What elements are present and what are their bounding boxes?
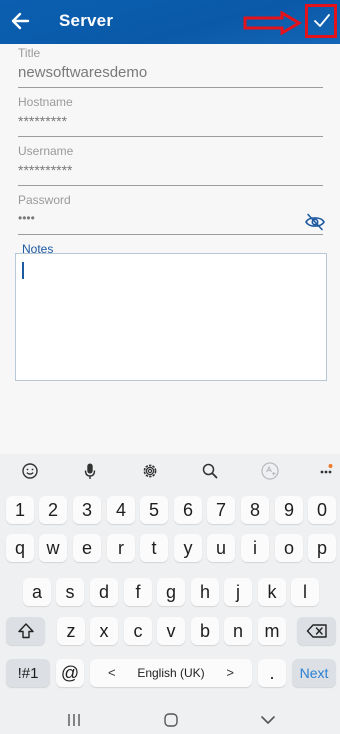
key-d[interactable]: d bbox=[90, 578, 118, 606]
key-4[interactable]: 4 bbox=[107, 496, 135, 524]
key-u[interactable]: u bbox=[207, 534, 235, 562]
key-r[interactable]: r bbox=[107, 534, 135, 562]
key-y[interactable]: y bbox=[174, 534, 202, 562]
title-underline bbox=[18, 87, 323, 88]
hide-password-icon[interactable] bbox=[305, 213, 325, 231]
cursor-right-arrow: > bbox=[226, 665, 234, 680]
key-6[interactable]: 6 bbox=[174, 496, 202, 524]
recent-apps-icon[interactable] bbox=[66, 712, 82, 728]
server-form: Title newsoftwaresdemo Hostname ********… bbox=[0, 44, 340, 454]
shift-icon bbox=[17, 623, 34, 639]
hostname-underline bbox=[18, 136, 323, 137]
space-bar[interactable]: < English (UK) > bbox=[90, 659, 252, 687]
hostname-label: Hostname bbox=[18, 95, 73, 109]
key-7[interactable]: 7 bbox=[207, 496, 235, 524]
key-1[interactable]: 1 bbox=[6, 496, 34, 524]
key-v[interactable]: v bbox=[157, 617, 185, 645]
hostname-field[interactable]: Hostname ********* bbox=[18, 95, 323, 137]
key-i[interactable]: i bbox=[241, 534, 269, 562]
title-input[interactable]: newsoftwaresdemo bbox=[18, 64, 323, 82]
key-0[interactable]: 0 bbox=[308, 496, 336, 524]
back-arrow-icon[interactable] bbox=[8, 8, 34, 34]
period-key[interactable]: . bbox=[258, 659, 286, 687]
key-g[interactable]: g bbox=[157, 578, 185, 606]
key-m[interactable]: m bbox=[258, 617, 286, 645]
settings-gear-icon[interactable] bbox=[137, 458, 163, 484]
hostname-input[interactable]: ********* bbox=[18, 113, 323, 131]
microphone-icon[interactable] bbox=[77, 458, 103, 484]
username-field[interactable]: Username ********** bbox=[18, 144, 323, 186]
key-f[interactable]: f bbox=[124, 578, 152, 606]
home-icon[interactable] bbox=[163, 712, 179, 728]
password-label: Password bbox=[18, 193, 71, 207]
hide-keyboard-chevron-icon[interactable] bbox=[260, 712, 276, 728]
annotation-arrow-icon bbox=[243, 11, 302, 35]
key-h[interactable]: h bbox=[191, 578, 219, 606]
shift-key[interactable] bbox=[6, 617, 45, 645]
key-j[interactable]: j bbox=[224, 578, 252, 606]
key-9[interactable]: 9 bbox=[275, 496, 303, 524]
next-key[interactable]: Next bbox=[292, 659, 336, 687]
title-label: Title bbox=[18, 46, 41, 60]
key-e[interactable]: e bbox=[73, 534, 101, 562]
key-t[interactable]: t bbox=[140, 534, 168, 562]
checkmark-icon bbox=[314, 14, 330, 27]
keyboard-toolbar bbox=[0, 454, 340, 488]
key-a[interactable]: a bbox=[23, 578, 51, 606]
key-p[interactable]: p bbox=[308, 534, 336, 562]
at-key[interactable]: @ bbox=[56, 659, 84, 687]
key-x[interactable]: x bbox=[90, 617, 118, 645]
notes-textarea[interactable] bbox=[15, 253, 327, 381]
key-2[interactable]: 2 bbox=[39, 496, 67, 524]
save-button[interactable] bbox=[305, 4, 337, 38]
symbols-key[interactable]: !#1 bbox=[6, 659, 50, 687]
key-8[interactable]: 8 bbox=[241, 496, 269, 524]
text-caret bbox=[22, 262, 24, 279]
title-field[interactable]: Title newsoftwaresdemo bbox=[18, 46, 323, 88]
key-b[interactable]: b bbox=[191, 617, 219, 645]
app-bar: Server bbox=[0, 0, 340, 44]
emoji-icon[interactable] bbox=[17, 458, 43, 484]
username-label: Username bbox=[18, 144, 74, 158]
key-z[interactable]: z bbox=[57, 617, 85, 645]
on-screen-keyboard: 1 2 3 4 5 6 7 8 9 0 q w e r t y u i o p … bbox=[0, 454, 340, 734]
key-3[interactable]: 3 bbox=[73, 496, 101, 524]
page-title: Server bbox=[59, 11, 114, 30]
key-q[interactable]: q bbox=[6, 534, 34, 562]
language-label: English (UK) bbox=[137, 666, 205, 680]
key-l[interactable]: l bbox=[291, 578, 319, 606]
backspace-key[interactable] bbox=[297, 617, 336, 645]
key-k[interactable]: k bbox=[258, 578, 286, 606]
cursor-left-arrow: < bbox=[108, 665, 116, 680]
password-field[interactable]: Password •••• bbox=[18, 193, 325, 235]
key-w[interactable]: w bbox=[39, 534, 67, 562]
key-o[interactable]: o bbox=[275, 534, 303, 562]
password-input[interactable]: •••• bbox=[18, 211, 323, 229]
password-underline bbox=[18, 234, 323, 235]
system-navigation-bar bbox=[0, 706, 340, 734]
key-s[interactable]: s bbox=[56, 578, 84, 606]
key-n[interactable]: n bbox=[224, 617, 252, 645]
key-c[interactable]: c bbox=[124, 617, 152, 645]
backspace-icon bbox=[306, 624, 327, 638]
search-icon[interactable] bbox=[197, 458, 223, 484]
username-input[interactable]: ********** bbox=[18, 162, 323, 180]
more-options-icon[interactable] bbox=[313, 458, 339, 484]
key-5[interactable]: 5 bbox=[140, 496, 168, 524]
translate-icon bbox=[261, 462, 279, 480]
username-underline bbox=[18, 185, 323, 186]
